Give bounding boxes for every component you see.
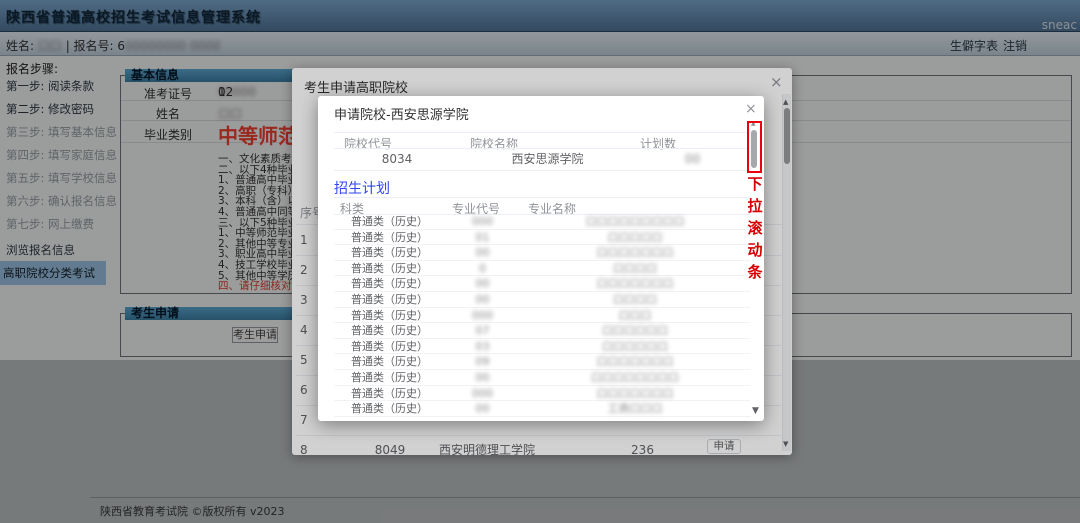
major-code-cell-redacted: 00 [445,292,520,308]
major-code-cell-redacted: 00 [445,276,520,292]
plan-table-row: 普通类（历史）03口口口口口口 [334,339,750,355]
major-name-cell-redacted: 口口口口口口口口口 [520,214,750,230]
subject-cell: 普通类（历史） [334,323,445,339]
plan-table-row: 普通类（历史）000口口口口口口口口口 [334,214,750,230]
scroll-down-icon[interactable]: ▼ [752,406,759,416]
subject-cell: 普通类（历史） [334,354,445,370]
close-icon[interactable]: × [745,102,757,116]
dialog-title: 申请院校-西安思源学院 [334,104,469,123]
divider [334,170,750,171]
plan-table-row: 普通类（历史）00工商口口口 [334,401,750,417]
major-name-cell-redacted: 口口口口口 [520,230,750,246]
major-name-cell-redacted: 口口口口口口口 [520,276,750,292]
enrollment-plan-link[interactable]: 招生计划 [334,178,390,198]
subject-cell: 普通类（历史） [334,261,445,277]
major-name-header: 专业名称 [528,200,576,213]
major-code-cell-redacted: 07 [445,323,520,339]
screenshot-root: 陕西省普通高校招生考试信息管理系统 sneac 姓名: 口口 | 报名号: 60… [0,0,1080,523]
major-name-cell-redacted: 口口口口口口口口 [520,370,750,386]
major-code-cell-redacted: 000 [445,308,520,324]
plan-table-row: 普通类（历史）00口口口口口口口 [334,276,750,292]
scrollbar-highlight-rectangle [747,121,762,173]
plan-table-row: 普通类（历史）000口口口 [334,308,750,324]
major-name-cell-redacted: 口口口口口口口 [520,354,750,370]
major-name-cell-redacted: 工商口口口 [520,401,750,417]
apply-college-detail-dialog: 申请院校-西安思源学院 × 院校代号 院校名称 计划数 8034 西安思源学院 … [318,96,764,421]
major-code-cell-redacted: 09 [445,354,520,370]
subject-cell: 普通类（历史） [334,370,445,386]
major-name-cell-redacted: 口口口 [520,308,750,324]
major-name-cell-redacted: 口口口口 [520,261,750,277]
plan-table-row: 普通类（历史）00口口口口 [334,292,750,308]
divider [334,197,750,198]
annotation-text-char: 条 [746,262,764,282]
subject-cell: 普通类（历史） [334,308,445,324]
major-name-cell-redacted: 口口口口口口 [520,339,750,355]
subject-cell: 普通类（历史） [334,292,445,308]
college-code-header: 院校代号 [344,135,392,148]
subject-cell: 普通类（历史） [334,401,445,417]
annotation-text-char: 动 [746,240,764,260]
plan-count-value-redacted: 00 [635,148,750,170]
college-code-value: 8034 [334,148,460,170]
annotation-text-char: 下 [746,174,764,194]
subject-cell: 普通类（历史） [334,339,445,355]
major-code-cell-redacted: 00 [445,401,520,417]
subject-cell: 普通类（历史） [334,214,445,230]
plan-table-row: 普通类（历史）01口口口口口 [334,230,750,246]
plan-table-row: 普通类（历史）0口口口口 [334,261,750,277]
major-name-cell-redacted: 口口口口口口 [520,323,750,339]
annotation-text-char: 滚 [746,218,764,238]
subject-header: 科类 [340,200,364,213]
subject-cell: 普通类（历史） [334,386,445,402]
plan-table-row: 普通类（历史）00口口口口口口口口 [334,370,750,386]
major-name-cell-redacted: 口口口口口口口 [520,386,750,402]
major-code-cell-redacted: 01 [445,230,520,246]
subject-cell: 普通类（历史） [334,230,445,246]
major-name-cell-redacted: 口口口口口口口 [520,245,750,261]
major-code-cell-redacted: 00 [445,370,520,386]
major-code-cell-redacted: 0 [445,261,520,277]
plan-table-row: 普通类（历史）07口口口口口口 [334,323,750,339]
plan-table-row: 普通类（历史）00口口口口口口口 [334,245,750,261]
major-code-header: 专业代号 [452,200,500,213]
plan-table-row: 普通类（历史）09口口口口口口口 [334,354,750,370]
plan-table-row: 普通类（历史）000口口口口口口口 [334,386,750,402]
annotation-text-char: 拉 [746,196,764,216]
subject-cell: 普通类（历史） [334,276,445,292]
college-name-value: 西安思源学院 [460,148,635,170]
plan-count-header: 计划数 [640,135,676,148]
subject-cell: 普通类（历史） [334,245,445,261]
major-code-cell-redacted: 03 [445,339,520,355]
divider [334,132,750,133]
major-code-cell-redacted: 00 [445,245,520,261]
major-code-cell-redacted: 000 [445,386,520,402]
college-name-header: 院校名称 [470,135,518,148]
major-name-cell-redacted: 口口口口 [520,292,750,308]
major-code-cell-redacted: 000 [445,214,520,230]
